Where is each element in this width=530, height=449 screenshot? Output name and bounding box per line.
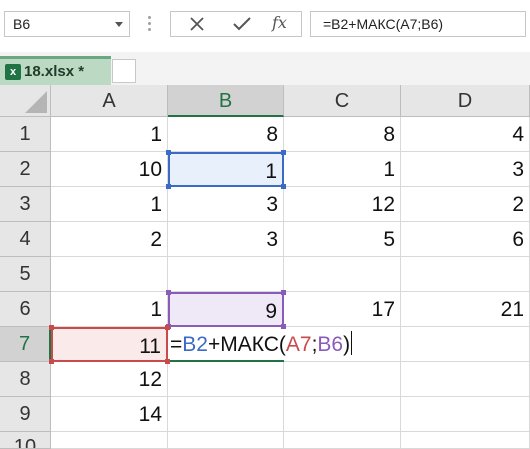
cell-b10[interactable] <box>168 432 284 449</box>
formula-token-plain: +МАКС( <box>207 333 286 356</box>
cell-c6[interactable]: 17 <box>284 292 401 327</box>
file-tab-label: 18.xlsx * <box>24 63 85 80</box>
cell-a9[interactable]: 14 <box>51 397 168 432</box>
cell-d3[interactable]: 2 <box>401 187 530 222</box>
row-header-5[interactable]: 5 <box>0 257 51 292</box>
cell-b5[interactable] <box>168 257 284 292</box>
cell-c2[interactable]: 1 <box>284 152 401 187</box>
row-header-8[interactable]: 8 <box>0 362 51 397</box>
column-header-b[interactable]: B <box>168 85 284 117</box>
spreadsheet-grid: A B C D 1 1 8 8 4 2 10 1 1 3 3 1 3 12 2 4 2 3 5 6 5 6 1 9 17 21 7 11 =B2… <box>0 85 530 449</box>
resize-handle[interactable] <box>166 184 171 189</box>
cell-c4[interactable]: 5 <box>284 222 401 257</box>
cell-c3[interactable]: 12 <box>284 187 401 222</box>
cell-d10[interactable] <box>401 432 530 449</box>
cell-d9[interactable] <box>401 397 530 432</box>
select-all-icon <box>25 91 47 113</box>
chevron-down-icon[interactable] <box>115 22 123 27</box>
cell-a10[interactable] <box>51 432 168 449</box>
cell-c7[interactable] <box>284 327 401 362</box>
cell-d6[interactable]: 21 <box>401 292 530 327</box>
cell-b3[interactable]: 3 <box>168 187 284 222</box>
cell-a5[interactable] <box>51 257 168 292</box>
resize-handle[interactable] <box>49 359 54 364</box>
cell-d1[interactable]: 4 <box>401 117 530 152</box>
select-all-button[interactable] <box>0 85 51 117</box>
grip-handle-icon[interactable] <box>148 16 151 34</box>
row-header-4[interactable]: 4 <box>0 222 51 257</box>
resize-handle[interactable] <box>166 290 171 295</box>
cell-c10[interactable] <box>284 432 401 449</box>
cell-c9[interactable] <box>284 397 401 432</box>
column-header-d[interactable]: D <box>401 85 530 117</box>
cell-a8[interactable]: 12 <box>51 362 168 397</box>
cell-b2[interactable]: 1 <box>168 152 284 187</box>
file-tab[interactable]: x 18.xlsx * <box>0 56 111 85</box>
resize-handle[interactable] <box>165 359 170 364</box>
formula-token-eq: = <box>170 333 183 356</box>
check-icon <box>233 17 251 31</box>
cell-b7-editing[interactable]: =B2+МАКС(A7;B6) <box>168 327 353 362</box>
cell-b4[interactable]: 3 <box>168 222 284 257</box>
row-header-6[interactable]: 6 <box>0 292 51 327</box>
cell-b1[interactable]: 8 <box>168 117 284 152</box>
insert-function-button[interactable]: fx <box>272 13 287 32</box>
formula-input[interactable]: =B2+МАКС(A7;B6) <box>310 11 526 37</box>
cell-d5[interactable] <box>401 257 530 292</box>
resize-handle[interactable] <box>281 184 286 189</box>
cell-a2[interactable]: 10 <box>51 152 168 187</box>
formula-token-b2: B2 <box>182 333 208 356</box>
cancel-button[interactable] <box>177 12 217 36</box>
formula-text: =B2+МАКС(A7;B6) <box>323 16 444 32</box>
cell-d2[interactable]: 3 <box>401 152 530 187</box>
row-header-10[interactable]: 10 <box>0 432 51 449</box>
cell-d7[interactable] <box>401 327 530 362</box>
cell-a1[interactable]: 1 <box>51 117 168 152</box>
new-tab-button[interactable] <box>112 59 136 83</box>
cell-a4[interactable]: 2 <box>51 222 168 257</box>
formula-bar: B6 fx =B2+МАКС(A7;B6) <box>0 0 530 52</box>
row-header-9[interactable]: 9 <box>0 397 51 432</box>
cell-a7[interactable]: 11 <box>51 327 168 362</box>
excel-file-icon: x <box>5 64 21 80</box>
cell-d8[interactable] <box>401 362 530 397</box>
resize-handle[interactable] <box>281 290 286 295</box>
row-header-3[interactable]: 3 <box>0 187 51 222</box>
resize-handle[interactable] <box>281 324 286 329</box>
resize-handle[interactable] <box>49 325 54 330</box>
name-box[interactable]: B6 <box>4 11 130 37</box>
cell-c8[interactable] <box>284 362 401 397</box>
cell-c5[interactable] <box>284 257 401 292</box>
close-icon <box>190 17 204 31</box>
resize-handle[interactable] <box>281 150 286 155</box>
cell-b6[interactable]: 9 <box>168 292 284 327</box>
cell-b8[interactable] <box>168 362 284 397</box>
cell-b9[interactable] <box>168 397 284 432</box>
cell-d4[interactable]: 6 <box>401 222 530 257</box>
resize-handle[interactable] <box>166 150 171 155</box>
cell-c1[interactable]: 8 <box>284 117 401 152</box>
cell-a6[interactable]: 1 <box>51 292 168 327</box>
cell-a3[interactable]: 1 <box>51 187 168 222</box>
name-box-value: B6 <box>13 16 31 32</box>
resize-handle[interactable] <box>165 325 170 330</box>
row-header-2[interactable]: 2 <box>0 152 51 187</box>
row-header-1[interactable]: 1 <box>0 117 51 152</box>
enter-button[interactable] <box>221 12 261 36</box>
file-tab-strip: x 18.xlsx * <box>0 52 530 85</box>
row-header-7[interactable]: 7 <box>0 327 51 362</box>
column-header-a[interactable]: A <box>51 85 168 117</box>
column-header-c[interactable]: C <box>284 85 401 117</box>
